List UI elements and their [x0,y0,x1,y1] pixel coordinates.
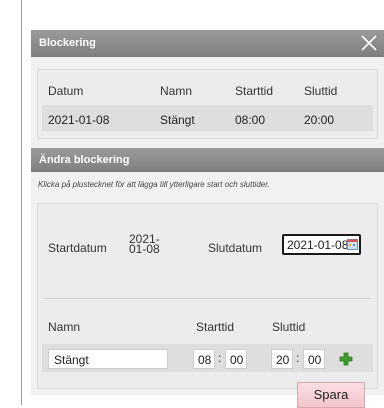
save-button[interactable]: Spara [297,382,365,408]
column-header-namn: Namn [160,84,193,98]
blockering-dialog: Blockering Datum Namn Starttid Sluttid 2… [31,30,384,408]
column-header-starttid: Starttid [235,84,274,98]
start-minute-value: 00 [230,353,244,367]
close-icon[interactable] [360,34,378,52]
dialog-titlebar: Blockering [31,30,384,57]
slutdatum-value: 2021-01-08 [287,238,349,252]
plus-icon[interactable] [339,352,353,366]
section-title: Ändra blockering [39,154,130,166]
end-hour-input[interactable]: 20 [271,349,293,369]
table-cell-namn: Stängt [160,113,195,127]
start-hour-value: 08 [198,353,212,367]
table-cell-sluttid: 20:00 [304,113,335,127]
sluttid-label: Sluttid [272,320,306,334]
time-separator: : [296,351,300,365]
start-minute-input[interactable]: 00 [225,349,247,369]
namn-input[interactable]: Stängt [48,349,168,369]
startdatum-label: Startdatum [48,241,107,255]
start-hour-input[interactable]: 08 [193,349,215,369]
namn-label: Namn [48,320,81,334]
end-minute-value: 00 [308,353,322,367]
table-cell-starttid: 08:00 [235,113,266,127]
column-header-sluttid: Sluttid [304,84,338,98]
end-hour-value: 20 [276,353,290,367]
page-divider [21,0,22,405]
section-titlebar: Ändra blockering [31,148,384,172]
end-minute-input[interactable]: 00 [303,349,325,369]
startdatum-value: 2021-01-08 [129,232,160,256]
blockering-table: Datum Namn Starttid Sluttid 2021-01-08 S… [37,69,378,139]
table-cell-datum: 2021-01-08 [48,113,110,127]
dialog-title: Blockering [39,37,96,49]
slutdatum-field[interactable]: 2021-01-08 [282,234,361,255]
namn-input-value: Stängt [54,353,89,367]
edit-form: Startdatum 2021-01-08 Slutdatum 2021-01-… [37,203,378,408]
starttid-label: Starttid [196,320,235,334]
calendar-icon[interactable] [347,239,358,250]
column-header-datum: Datum [48,84,84,98]
form-divider [44,298,371,299]
hint-text: Klicka på plustecknet för att lägga till… [38,180,270,189]
slutdatum-label: Slutdatum [208,241,263,255]
time-separator: : [218,351,222,365]
